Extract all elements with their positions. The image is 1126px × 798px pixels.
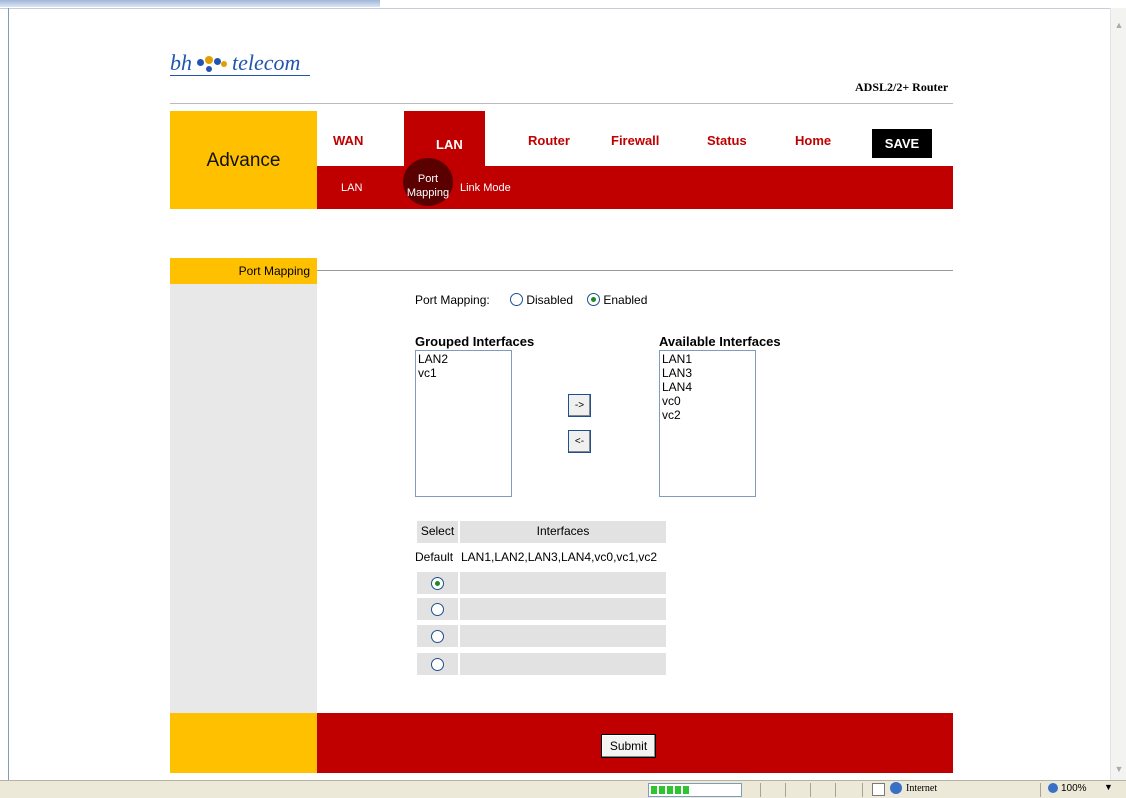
brand-logo: bh telecom	[170, 50, 300, 76]
enabled-radio[interactable]	[587, 293, 600, 306]
chevron-down-icon[interactable]: ▼	[1104, 782, 1113, 792]
table-row-select[interactable]	[417, 653, 458, 675]
list-item[interactable]: LAN2	[418, 352, 509, 366]
list-item[interactable]: vc0	[662, 394, 753, 408]
logo-left-text: bh	[170, 50, 192, 75]
section-title: Port Mapping	[238, 264, 310, 278]
table-row-interfaces	[460, 598, 666, 620]
tab-lan[interactable]: LAN	[436, 137, 463, 152]
zoom-level[interactable]: 100%	[1061, 783, 1087, 794]
scroll-up-icon[interactable]: ▲	[1113, 18, 1125, 32]
port-mapping-enabled-option[interactable]: Enabled	[587, 293, 647, 307]
list-item[interactable]: LAN4	[662, 380, 753, 394]
zoom-icon[interactable]	[1048, 783, 1058, 793]
globe-icon	[890, 782, 902, 794]
list-item[interactable]: vc2	[662, 408, 753, 422]
section-badge-label: Advance	[206, 150, 281, 171]
table-row-select[interactable]	[417, 625, 458, 647]
logo-dots-icon	[195, 55, 229, 75]
enabled-radio-label: Enabled	[603, 293, 648, 307]
logo-underline	[170, 75, 310, 76]
grouped-interfaces-list[interactable]: LAN2 vc1	[415, 350, 512, 497]
tab-router[interactable]: Router	[528, 133, 570, 148]
select-column-header: Select	[417, 521, 458, 543]
default-group-label: Default	[415, 550, 454, 564]
tab-wan[interactable]: WAN	[333, 133, 363, 148]
scroll-down-icon[interactable]: ▼	[1113, 762, 1125, 776]
list-item[interactable]: vc1	[418, 366, 509, 380]
tab-home[interactable]: Home	[795, 133, 831, 148]
footer-left-block	[170, 713, 317, 773]
logo-right-text: telecom	[232, 50, 301, 75]
browser-status-bar: Internet 100% ▼	[0, 780, 1126, 798]
move-right-button[interactable]: ->	[568, 394, 591, 417]
group-radio-4[interactable]	[431, 658, 444, 671]
available-interfaces-list[interactable]: LAN1 LAN3 LAN4 vc0 vc2	[659, 350, 756, 497]
interfaces-column-header: Interfaces	[460, 521, 666, 543]
disabled-radio[interactable]	[510, 293, 523, 306]
window-top-edge	[0, 0, 1126, 9]
grouped-interfaces-label: Grouped Interfaces	[415, 334, 535, 349]
save-button[interactable]: SAVE	[872, 129, 932, 158]
table-row-interfaces	[460, 653, 666, 675]
side-panel	[170, 258, 317, 713]
subtab-link-mode[interactable]: Link Mode	[460, 182, 511, 194]
list-item[interactable]: LAN1	[662, 352, 753, 366]
subtab-port-mapping[interactable]: Port Mapping	[404, 172, 452, 200]
submit-button[interactable]: Submit	[601, 734, 656, 758]
product-name: ADSL2/2+ Router	[855, 80, 949, 94]
table-row-select[interactable]	[417, 572, 458, 594]
security-zone-label: Internet	[906, 783, 938, 794]
available-interfaces-label: Available Interfaces	[659, 334, 781, 349]
table-row-select[interactable]	[417, 598, 458, 620]
disabled-radio-label: Disabled	[526, 293, 574, 307]
header-divider	[170, 103, 953, 104]
vertical-scrollbar[interactable]: ▲ ▼	[1110, 8, 1126, 780]
page-icon	[872, 783, 885, 796]
page-load-progress	[648, 783, 742, 797]
move-left-button[interactable]: <-	[568, 430, 591, 453]
group-radio-2[interactable]	[431, 603, 444, 616]
section-divider	[317, 270, 953, 271]
group-radio-3[interactable]	[431, 630, 444, 643]
default-group-interfaces: LAN1,LAN2,LAN3,LAN4,vc0,vc1,vc2	[461, 550, 658, 564]
table-row-interfaces	[460, 572, 666, 594]
tab-status[interactable]: Status	[707, 133, 747, 148]
table-row-interfaces	[460, 625, 666, 647]
group-radio-1[interactable]	[431, 577, 444, 590]
subtab-lan[interactable]: LAN	[341, 182, 362, 194]
list-item[interactable]: LAN3	[662, 366, 753, 380]
port-mapping-label: Port Mapping:	[415, 293, 490, 307]
tab-firewall[interactable]: Firewall	[611, 133, 659, 148]
window-left-edge	[8, 8, 9, 780]
port-mapping-disabled-option[interactable]: Disabled	[510, 293, 573, 307]
